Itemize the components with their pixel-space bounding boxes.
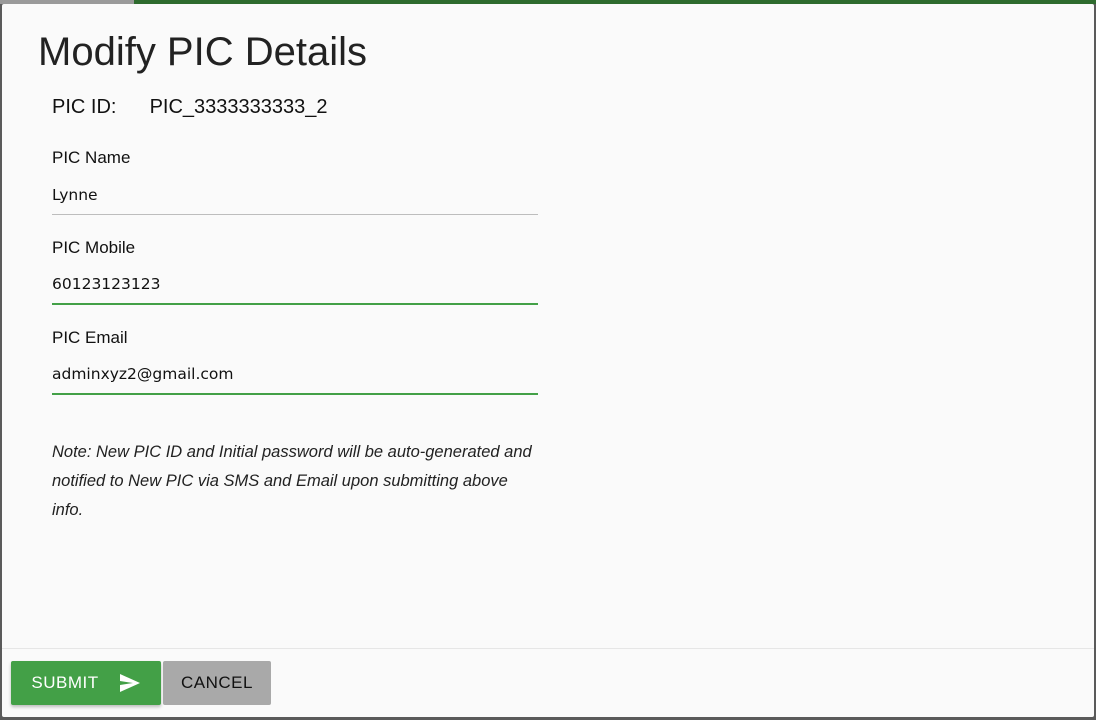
- pic-id-row: PIC ID: PIC_3333333333_2: [52, 96, 328, 119]
- auto-generate-note: Note: New PIC ID and Initial password wi…: [52, 443, 532, 519]
- submit-button[interactable]: SUBMIT: [11, 661, 161, 705]
- pic-name-label: PIC Name: [52, 148, 131, 167]
- cancel-button[interactable]: CANCEL: [163, 661, 271, 705]
- send-icon: [119, 673, 141, 693]
- submit-label: SUBMIT: [31, 673, 99, 692]
- pic-id-value: PIC_3333333333_2: [149, 96, 328, 118]
- pic-mobile-field: PIC Mobile: [52, 238, 538, 305]
- dialog-title: Modify PIC Details: [38, 30, 367, 74]
- modify-pic-dialog: Modify PIC Details PIC ID: PIC_333333333…: [2, 4, 1094, 717]
- pic-email-field: PIC Email: [52, 328, 538, 395]
- pic-id-label: PIC ID:: [52, 96, 117, 118]
- pic-name-field: PIC Name: [52, 148, 538, 215]
- pic-mobile-input[interactable]: [52, 265, 538, 305]
- pic-name-input[interactable]: [52, 175, 538, 215]
- pic-email-label: PIC Email: [52, 328, 128, 347]
- cancel-label: CANCEL: [181, 673, 253, 692]
- pic-email-input[interactable]: [52, 355, 538, 395]
- footer-divider: [2, 648, 1094, 649]
- pic-mobile-label: PIC Mobile: [52, 238, 136, 257]
